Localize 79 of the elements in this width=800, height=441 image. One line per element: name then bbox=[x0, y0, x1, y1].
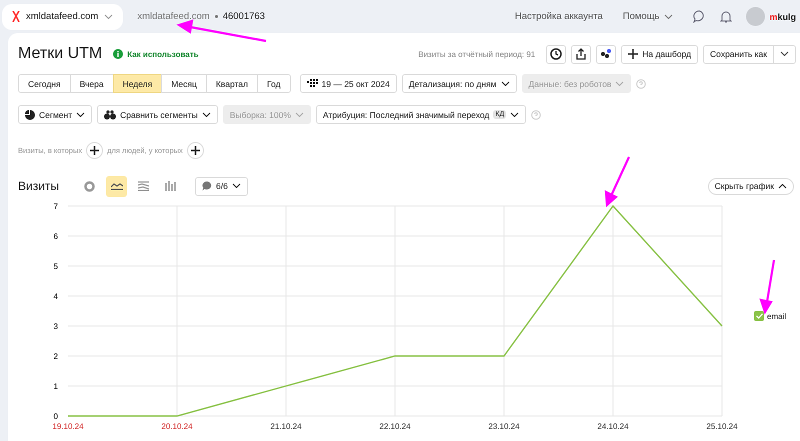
add-condition-button[interactable] bbox=[186, 142, 204, 158]
y-axis-label: 7 bbox=[54, 202, 58, 211]
plus-icon bbox=[628, 49, 638, 59]
x-axis-label: 22.10.24 bbox=[379, 422, 411, 431]
annotation-arrow bbox=[759, 260, 776, 315]
how-to-use-link[interactable]: Как использовать bbox=[113, 49, 199, 59]
visits-total: Визиты за отчётный период: 91 bbox=[418, 50, 536, 58]
y-axis-label: 5 bbox=[54, 262, 58, 271]
calendar-icon bbox=[306, 79, 318, 88]
chevron-icon bbox=[780, 51, 789, 57]
chevron-icon bbox=[232, 183, 241, 189]
account-settings-link[interactable]: Настройка аккаунта bbox=[514, 11, 603, 22]
plus-icon bbox=[190, 146, 200, 154]
period-tab[interactable]: Год bbox=[256, 74, 291, 93]
share-icon bbox=[575, 48, 588, 60]
y-axis-label: 6 bbox=[54, 232, 58, 241]
line-chart-icon bbox=[110, 182, 123, 190]
compare-segments-dropdown[interactable]: Сравнить сегменты bbox=[97, 105, 218, 124]
x-axis-label: 19.10.24 bbox=[52, 422, 84, 431]
chart-title: Визиты bbox=[18, 179, 60, 193]
clock-icon bbox=[550, 48, 562, 60]
add-to-dashboard-button[interactable]: На дашборд bbox=[621, 44, 698, 64]
page-title: Метки UTM bbox=[18, 45, 102, 63]
annotations-dropdown[interactable]: 6/6 bbox=[195, 176, 248, 196]
segment-dropdown[interactable]: Сегмент bbox=[18, 105, 92, 124]
chevron-icon bbox=[778, 183, 787, 189]
user-name[interactable]: mkulg bbox=[769, 12, 796, 22]
chevron-icon bbox=[500, 80, 510, 86]
x-axis-label: 21.10.24 bbox=[270, 422, 302, 431]
y-axis-label: 2 bbox=[54, 352, 58, 361]
save-options-button[interactable] bbox=[774, 44, 796, 64]
save-as-button[interactable]: Сохранить как bbox=[703, 44, 774, 64]
info-icon bbox=[113, 49, 124, 59]
add-condition-button[interactable] bbox=[86, 142, 104, 158]
period-tab[interactable]: Месяц bbox=[161, 74, 207, 93]
counter-id: 46001763 bbox=[222, 11, 265, 22]
x-axis-label: 25.10.24 bbox=[706, 422, 738, 431]
site-name: xmldatafeed.com bbox=[137, 11, 210, 22]
chevron-icon bbox=[615, 80, 624, 86]
share-button[interactable] bbox=[571, 44, 592, 64]
period-tab[interactable]: Квартал bbox=[206, 74, 258, 93]
y-axis-label: 3 bbox=[54, 322, 58, 331]
legend-item[interactable]: email bbox=[754, 311, 786, 321]
bell-icon[interactable] bbox=[720, 10, 732, 23]
area-chart-icon bbox=[138, 181, 150, 191]
chevron-icon bbox=[510, 112, 520, 118]
donut-icon bbox=[84, 180, 96, 192]
y-axis-label: 1 bbox=[54, 382, 58, 391]
legend-checkbox[interactable] bbox=[754, 311, 764, 321]
chevron-icon bbox=[294, 112, 304, 118]
dots-icon bbox=[600, 48, 612, 60]
x-axis-label: 23.10.24 bbox=[488, 422, 520, 431]
annotation-arrow bbox=[604, 156, 630, 208]
history-button[interactable] bbox=[546, 44, 566, 64]
assistant-button[interactable] bbox=[596, 44, 616, 64]
people-icon bbox=[104, 110, 116, 120]
comment-icon bbox=[202, 181, 212, 191]
period-tab[interactable]: Сегодня bbox=[18, 74, 71, 93]
counter-selector[interactable]: xmldatafeed.com bbox=[2, 4, 124, 30]
period-tab[interactable]: Неделя bbox=[112, 74, 162, 93]
period-tab[interactable]: Вчера bbox=[70, 74, 114, 93]
chevron-icon bbox=[664, 14, 674, 20]
line-chart-button[interactable] bbox=[106, 176, 128, 196]
logo-icon bbox=[12, 11, 20, 22]
chevron-icon bbox=[76, 112, 86, 118]
date-range-button[interactable]: 19 — 25 окт 2024 bbox=[300, 74, 397, 93]
y-axis-label: 4 bbox=[54, 292, 58, 301]
bar-chart-icon bbox=[165, 181, 176, 191]
chevron-icon bbox=[104, 14, 114, 20]
detail-dropdown[interactable]: Детализация: по дням bbox=[402, 74, 517, 93]
plus-icon bbox=[90, 146, 100, 154]
y-axis-label: 0 bbox=[54, 412, 58, 421]
chat-icon[interactable] bbox=[693, 10, 706, 23]
chevron-icon bbox=[202, 112, 211, 118]
pie-icon bbox=[25, 110, 35, 120]
x-axis-label: 24.10.24 bbox=[597, 422, 629, 431]
hide-chart-button[interactable]: Скрыть график bbox=[708, 178, 794, 194]
x-axis-label: 20.10.24 bbox=[161, 422, 193, 431]
help-menu[interactable]: Помощь bbox=[622, 11, 674, 22]
